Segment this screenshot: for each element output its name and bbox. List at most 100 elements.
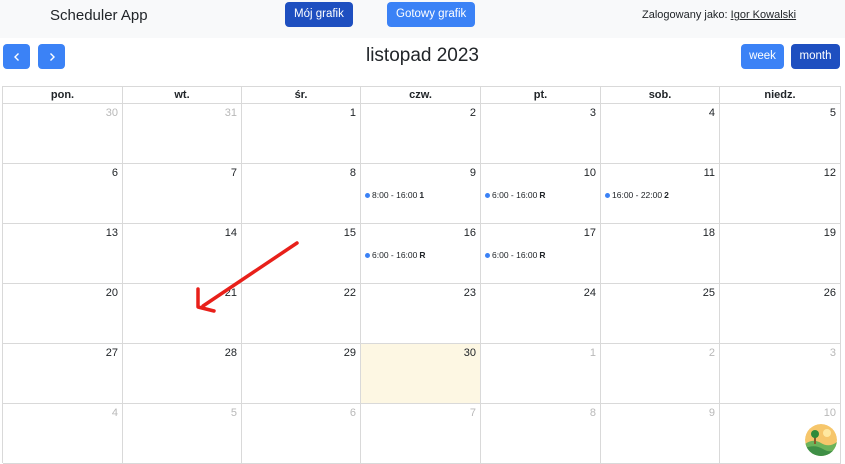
day-cell[interactable]: 26 bbox=[720, 284, 841, 344]
day-number[interactable]: 14 bbox=[225, 227, 237, 239]
day-number[interactable]: 26 bbox=[824, 287, 836, 299]
day-number[interactable]: 3 bbox=[590, 107, 596, 119]
day-number[interactable]: 27 bbox=[106, 347, 118, 359]
day-cell[interactable]: 4 bbox=[601, 104, 720, 164]
day-number[interactable]: 23 bbox=[464, 287, 476, 299]
shift-event[interactable]: 8:00 - 16:00 1 bbox=[365, 190, 424, 200]
day-number[interactable]: 17 bbox=[584, 227, 596, 239]
day-number[interactable]: 18 bbox=[703, 227, 715, 239]
day-number[interactable]: 6 bbox=[350, 407, 356, 419]
day-number[interactable]: 12 bbox=[824, 167, 836, 179]
day-number[interactable]: 5 bbox=[231, 407, 237, 419]
day-cell[interactable]: 8 bbox=[242, 164, 361, 224]
day-number[interactable]: 10 bbox=[584, 167, 596, 179]
day-cell[interactable]: 23 bbox=[361, 284, 481, 344]
day-cell[interactable]: 3 bbox=[481, 104, 601, 164]
day-cell[interactable]: 13 bbox=[3, 224, 123, 284]
day-number[interactable]: 9 bbox=[470, 167, 476, 179]
day-cell[interactable]: 31 bbox=[123, 104, 242, 164]
weekday-header: sob. bbox=[601, 86, 720, 104]
day-cell[interactable]: 5 bbox=[123, 404, 242, 464]
day-cell[interactable]: 6 bbox=[3, 164, 123, 224]
day-number[interactable]: 25 bbox=[703, 287, 715, 299]
day-number[interactable]: 24 bbox=[584, 287, 596, 299]
week-view-button[interactable]: week bbox=[741, 44, 784, 69]
event-time: 8:00 - 16:00 bbox=[372, 190, 418, 200]
day-cell[interactable]: 17 6:00 - 16:00 R bbox=[481, 224, 601, 284]
day-cell[interactable]: 14 bbox=[123, 224, 242, 284]
day-cell[interactable]: 7 bbox=[123, 164, 242, 224]
day-number[interactable]: 19 bbox=[824, 227, 836, 239]
day-cell[interactable]: 22 bbox=[242, 284, 361, 344]
day-number[interactable]: 8 bbox=[350, 167, 356, 179]
day-number[interactable]: 8 bbox=[590, 407, 596, 419]
day-cell[interactable]: 30 bbox=[3, 104, 123, 164]
day-number[interactable]: 2 bbox=[709, 347, 715, 359]
day-number[interactable]: 15 bbox=[344, 227, 356, 239]
day-number[interactable]: 1 bbox=[350, 107, 356, 119]
month-view-button[interactable]: month bbox=[791, 44, 840, 69]
day-cell[interactable]: 9 bbox=[601, 404, 720, 464]
day-cell[interactable]: 8 bbox=[481, 404, 601, 464]
day-cell[interactable]: 5 bbox=[720, 104, 841, 164]
day-number[interactable]: 16 bbox=[464, 227, 476, 239]
day-number[interactable]: 30 bbox=[106, 107, 118, 119]
day-number[interactable]: 3 bbox=[830, 347, 836, 359]
landscape-avatar-icon[interactable] bbox=[805, 424, 837, 456]
day-number[interactable]: 21 bbox=[225, 287, 237, 299]
day-cell[interactable]: 2 bbox=[601, 344, 720, 404]
day-cell[interactable]: 9 8:00 - 16:00 1 bbox=[361, 164, 481, 224]
day-cell[interactable]: 20 bbox=[3, 284, 123, 344]
day-number[interactable]: 9 bbox=[709, 407, 715, 419]
day-cell[interactable]: 1 bbox=[242, 104, 361, 164]
day-number[interactable]: 4 bbox=[709, 107, 715, 119]
day-cell[interactable]: 16 6:00 - 16:00 R bbox=[361, 224, 481, 284]
day-cell[interactable]: 3 bbox=[720, 344, 841, 404]
day-cell[interactable]: 2 bbox=[361, 104, 481, 164]
day-number[interactable]: 6 bbox=[112, 167, 118, 179]
day-number[interactable]: 31 bbox=[225, 107, 237, 119]
my-schedule-button[interactable]: Mój grafik bbox=[285, 2, 353, 27]
day-cell[interactable]: 21 bbox=[123, 284, 242, 344]
day-number[interactable]: 1 bbox=[590, 347, 596, 359]
day-cell[interactable]: 18 bbox=[601, 224, 720, 284]
day-number[interactable]: 4 bbox=[112, 407, 118, 419]
weekday-header: czw. bbox=[361, 86, 481, 104]
day-cell[interactable]: 29 bbox=[242, 344, 361, 404]
day-number[interactable]: 22 bbox=[344, 287, 356, 299]
day-cell[interactable]: 27 bbox=[3, 344, 123, 404]
day-cell[interactable]: 12 bbox=[720, 164, 841, 224]
app-brand[interactable]: Scheduler App bbox=[50, 7, 148, 24]
day-cell[interactable]: 10 6:00 - 16:00 R bbox=[481, 164, 601, 224]
day-cell[interactable]: 7 bbox=[361, 404, 481, 464]
day-number[interactable]: 29 bbox=[344, 347, 356, 359]
day-number[interactable]: 11 bbox=[704, 167, 715, 179]
shift-event[interactable]: 6:00 - 16:00 R bbox=[485, 190, 546, 200]
shift-event[interactable]: 6:00 - 16:00 R bbox=[485, 250, 546, 260]
day-number[interactable]: 13 bbox=[106, 227, 118, 239]
day-number[interactable]: 20 bbox=[106, 287, 118, 299]
ready-schedule-button[interactable]: Gotowy grafik bbox=[387, 2, 476, 27]
day-number[interactable]: 28 bbox=[225, 347, 237, 359]
day-cell[interactable]: 11 16:00 - 22:00 2 bbox=[601, 164, 720, 224]
day-cell[interactable]: 4 bbox=[3, 404, 123, 464]
day-cell-today[interactable]: 30 bbox=[361, 344, 481, 404]
shift-event[interactable]: 16:00 - 22:00 2 bbox=[605, 190, 669, 200]
user-name-link[interactable]: Igor Kowalski bbox=[731, 9, 796, 21]
day-number[interactable]: 7 bbox=[231, 167, 237, 179]
day-number[interactable]: 7 bbox=[470, 407, 476, 419]
day-cell[interactable]: 1 bbox=[481, 344, 601, 404]
day-number[interactable]: 30 bbox=[464, 347, 476, 359]
day-cell[interactable]: 6 bbox=[242, 404, 361, 464]
day-cell[interactable]: 19 bbox=[720, 224, 841, 284]
day-cell[interactable]: 28 bbox=[123, 344, 242, 404]
day-cell[interactable]: 15 bbox=[242, 224, 361, 284]
day-number[interactable]: 5 bbox=[830, 107, 836, 119]
day-number[interactable]: 2 bbox=[470, 107, 476, 119]
day-cell[interactable]: 24 bbox=[481, 284, 601, 344]
event-shift-tag: 1 bbox=[419, 190, 425, 200]
shift-event[interactable]: 6:00 - 16:00 R bbox=[365, 250, 426, 260]
day-number[interactable]: 10 bbox=[824, 407, 836, 419]
day-cell[interactable]: 25 bbox=[601, 284, 720, 344]
calendar-title: listopad 2023 bbox=[365, 45, 480, 66]
